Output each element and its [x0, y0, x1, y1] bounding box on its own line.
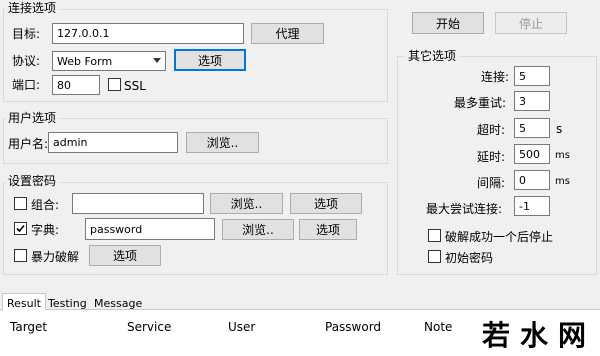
username-label: 用户名:: [8, 137, 49, 151]
combo-label: 组合:: [31, 198, 60, 212]
initial-password-checkbox[interactable]: [428, 250, 441, 263]
dict-input[interactable]: password: [85, 218, 215, 240]
dict-options-button[interactable]: 选项: [299, 219, 357, 240]
dict-label: 字典:: [31, 223, 60, 237]
checkmark-icon: [16, 224, 25, 233]
target-input[interactable]: 127.0.0.1: [52, 23, 244, 44]
other-options-legend: 其它选项: [405, 49, 460, 63]
stop-after-success-checkbox[interactable]: [428, 229, 441, 242]
interval-label: 间隔:: [477, 176, 506, 190]
column-header-note[interactable]: Note: [424, 320, 452, 334]
connections-input[interactable]: 5: [514, 66, 550, 86]
combo-options-button[interactable]: 选项: [290, 193, 362, 214]
combo-checkbox[interactable]: [14, 197, 27, 210]
protocol-options-button[interactable]: 选项: [174, 49, 246, 71]
stop-after-success-label: 破解成功一个后停止: [445, 230, 554, 244]
combo-browse-button[interactable]: 浏览..: [210, 193, 283, 214]
protocol-select[interactable]: Web Form: [52, 51, 166, 71]
target-label: 目标:: [12, 27, 41, 41]
port-input[interactable]: 80: [52, 75, 100, 95]
column-header-user[interactable]: User: [228, 320, 255, 334]
tab-result[interactable]: Result: [2, 293, 46, 310]
delay-label: 延时:: [477, 150, 506, 164]
watermark-logo-text: 若水网: [482, 319, 597, 352]
brute-force-label: 暴力破解: [31, 250, 80, 264]
combo-input[interactable]: [72, 193, 204, 214]
column-header-service[interactable]: Service: [127, 320, 171, 334]
user-browse-button[interactable]: 浏览..: [186, 132, 259, 153]
ssl-label: SSL: [124, 79, 146, 93]
max-retries-label: 最多重试:: [454, 96, 507, 110]
max-retries-input[interactable]: 3: [514, 91, 550, 111]
watermark-logo: 若水网: [472, 312, 600, 356]
column-header-password[interactable]: Password: [325, 320, 381, 334]
interval-input[interactable]: 0: [514, 170, 550, 190]
user-options-legend: 用户选项: [5, 111, 60, 125]
port-label: 端口:: [12, 78, 41, 92]
chevron-down-icon: [153, 58, 161, 63]
start-button[interactable]: 开始: [412, 12, 484, 34]
protocol-label: 协议:: [12, 54, 41, 68]
connections-label: 连接:: [481, 70, 510, 84]
delay-input[interactable]: 500: [514, 144, 550, 164]
connection-options-legend: 连接选项: [5, 1, 60, 15]
protocol-select-value: Web Form: [57, 54, 113, 68]
username-input[interactable]: admin: [48, 132, 178, 153]
max-attempts-input[interactable]: -1: [514, 196, 550, 216]
timeout-unit: s: [556, 122, 563, 136]
ssl-checkbox[interactable]: [108, 78, 121, 91]
password-settings-legend: 设置密码: [5, 174, 60, 188]
timeout-input[interactable]: 5: [514, 118, 550, 138]
brute-force-checkbox[interactable]: [14, 249, 27, 262]
dict-checkbox[interactable]: [14, 222, 27, 235]
interval-unit: ms: [555, 176, 570, 187]
max-attempts-label: 最大尝试连接:: [426, 202, 503, 216]
timeout-label: 超时:: [477, 123, 506, 137]
stop-button[interactable]: 停止: [495, 12, 567, 34]
dict-browse-button[interactable]: 浏览..: [222, 219, 294, 240]
delay-unit: ms: [555, 150, 570, 161]
brute-force-options-button[interactable]: 选项: [89, 245, 161, 266]
column-header-target[interactable]: Target: [10, 320, 47, 334]
initial-password-label: 初始密码: [445, 251, 494, 265]
proxy-button[interactable]: 代理: [251, 23, 324, 44]
